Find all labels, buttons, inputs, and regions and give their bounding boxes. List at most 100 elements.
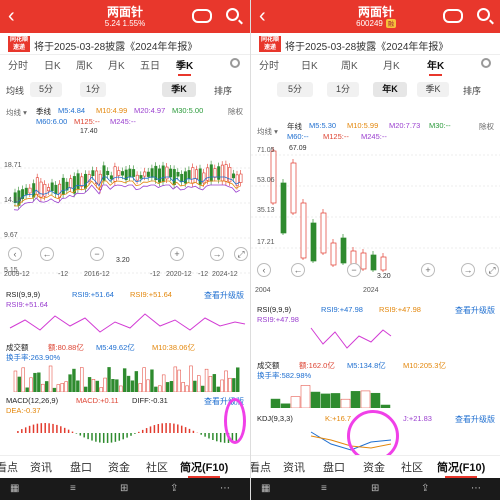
rsi-upgrade-link[interactable]: 查看升级版 [204,290,244,301]
low-price-label: 3.20 [116,257,130,264]
sort-button[interactable]: 排序 [214,84,232,97]
volume-bar [119,385,123,392]
scroll-left-icon[interactable]: ‹ [8,247,22,261]
tab-daily[interactable]: 日K [301,57,318,72]
share-icon[interactable]: ⇪ [170,483,178,494]
nav-profile[interactable]: 简况(F10) [437,459,485,478]
nav-community[interactable]: 社区 [401,459,423,475]
bottom-nav: 看点 资讯 盘口 资金 社区 简况(F10) [251,455,500,478]
stock-quote: 5.24 1.55% [104,19,146,28]
tab-daily[interactable]: 日K [44,57,61,72]
candlestick-chart[interactable]: 71.05 53.06 35.13 17.21 67.09 3.20 ‹ ← −… [251,143,500,298]
candle-body [172,169,176,186]
kdj-upgrade-link[interactable]: 查看升级版 [455,414,495,425]
x-tick: -12 [58,271,69,278]
tab-weekly[interactable]: 周K [76,57,93,72]
btn-1min[interactable]: 1分 [327,82,359,97]
notice-bar[interactable]: 同花顺 速递 将于2025-03-28披露《2024年年报》 [251,33,500,55]
nav-news[interactable]: 资讯 [30,459,52,475]
move-right-icon[interactable]: → [461,263,475,277]
rsi-label[interactable]: RSI(9,9,9) [257,305,291,314]
tab-five-day[interactable]: 五日 [140,57,160,72]
period-tabs: 分时 日K 周K 月K 年K [251,57,500,76]
btn-5min[interactable]: 5分 [30,82,62,97]
volume-bar [232,378,236,392]
ma-label: 季线 [36,107,51,116]
adjust-label[interactable]: 除权 [228,106,243,117]
add-icon[interactable]: ⊞ [120,483,128,494]
btn-quarterly[interactable]: 季K [162,82,196,97]
kdj-label[interactable]: KDJ(9,3,3) [257,414,293,423]
search-icon[interactable] [226,8,239,21]
nav-orderbook[interactable]: 盘口 [323,459,345,475]
fullscreen-icon[interactable]: ⤢ [485,263,499,277]
volume-m10: M10:38.06亿 [152,343,195,352]
move-right-icon[interactable]: → [210,247,224,261]
nav-highlights[interactable]: 看点 [0,459,18,475]
rsi-label[interactable]: RSI(9,9,9) [6,290,40,299]
candlestick-chart[interactable]: 18.71 14.19 9.67 5.15 17.40 3.20 ‹ ← − +… [0,128,250,288]
settings-icon[interactable] [481,58,491,68]
nav-community[interactable]: 社区 [146,459,168,475]
nav-profile[interactable]: 简况(F10) [180,459,228,478]
btn-yearly[interactable]: 年K [373,82,407,97]
adjust-label[interactable]: 除权 [479,121,494,132]
add-icon[interactable]: ⊞ [371,483,379,494]
rsi-chart [9,313,246,333]
share-icon[interactable]: ⇪ [421,483,429,494]
more-icon[interactable]: ⋯ [471,483,481,494]
move-left-icon[interactable]: ← [291,263,305,277]
notice-bar[interactable]: 同花顺 速递 将于2025-03-28披露《2024年年报》 [0,33,250,55]
button-row: 均线 5分 1分 季K 排序 [0,82,250,98]
tab-yearly[interactable]: 年K [427,57,444,76]
more-icon[interactable]: ⋯ [220,483,230,494]
sort-button[interactable]: 排序 [463,84,481,97]
tab-quarterly[interactable]: 季K [176,57,193,76]
zoom-in-icon[interactable]: + [170,247,184,261]
list-icon[interactable]: ≡ [70,483,76,494]
grid-icon[interactable]: ▦ [10,483,19,494]
btn-1min[interactable]: 1分 [80,82,106,97]
candle-body [232,173,236,179]
y-tick: 17.21 [257,239,275,246]
ma245-value: M245:-- [110,117,136,126]
left-panel: ‹ 两面针 5.24 1.55% 同花顺 速递 将于2025-03-28披露《2… [0,0,250,500]
tab-monthly[interactable]: 月K [383,57,400,72]
volume-bar [138,383,142,392]
nav-highlights[interactable]: 看点 [251,459,271,475]
macd-label[interactable]: MACD(12,26,9) [6,396,58,405]
zoom-out-icon[interactable]: − [90,247,104,261]
nav-funds[interactable]: 资金 [108,459,130,475]
candle-body [46,187,50,192]
tab-weekly[interactable]: 周K [341,57,358,72]
zoom-in-icon[interactable]: + [421,263,435,277]
candle-body [290,162,297,214]
scroll-left-icon[interactable]: ‹ [257,263,271,277]
move-left-icon[interactable]: ← [40,247,54,261]
tab-monthly[interactable]: 月K [108,57,125,72]
rsi-upgrade-link[interactable]: 查看升级版 [455,305,495,316]
y-tick: 71.05 [257,147,275,154]
ma-type-label[interactable]: 均线 ▾ [6,107,27,118]
tab-fenshi[interactable]: 分时 [8,57,28,72]
robot-icon[interactable] [443,9,463,23]
ma-type-label[interactable]: 均线 ▾ [257,126,278,137]
ma-button[interactable]: 均线 [6,84,24,97]
nav-funds[interactable]: 资金 [363,459,385,475]
volume-bar [44,381,49,392]
volume-bar [208,376,213,392]
fullscreen-icon[interactable]: ⤢ [234,247,248,261]
volume-bar [56,384,61,392]
grid-icon[interactable]: ▦ [261,483,270,494]
nav-orderbook[interactable]: 盘口 [70,459,92,475]
robot-icon[interactable] [192,9,212,23]
zoom-out-icon[interactable]: − [347,263,361,277]
btn-quarterly[interactable]: 季K [417,82,449,97]
tab-fenshi[interactable]: 分时 [259,57,279,72]
settings-icon[interactable] [230,58,240,68]
list-icon[interactable]: ≡ [321,483,327,494]
btn-5min[interactable]: 5分 [277,82,313,97]
nav-news[interactable]: 资讯 [283,459,305,475]
search-icon[interactable] [477,8,490,21]
rsi-chart [310,327,392,349]
